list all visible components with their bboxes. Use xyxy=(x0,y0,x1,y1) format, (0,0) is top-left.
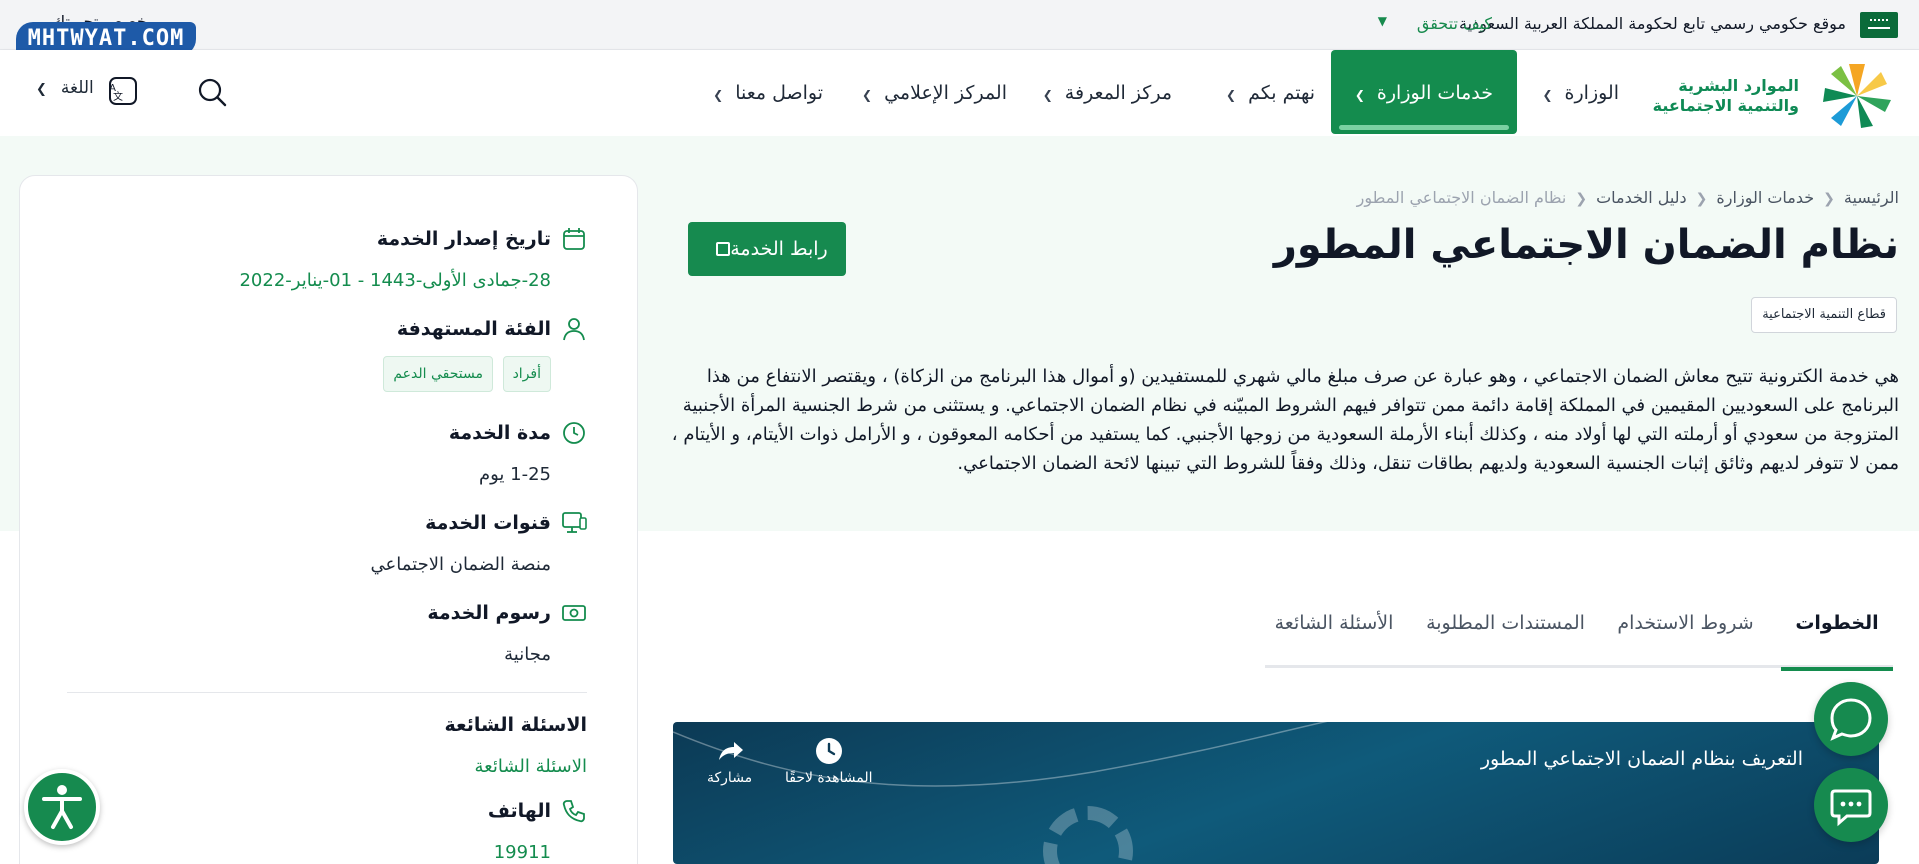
nav-item-contact-us[interactable]: تواصل معنا ❯ xyxy=(713,50,823,136)
main-navigation: الموارد البشرية والتنمية الاجتماعية الوز… xyxy=(0,50,1919,136)
ministry-logo[interactable]: الموارد البشرية والتنمية الاجتماعية xyxy=(1639,58,1899,132)
gov-top-bar: موقع حكومي رسمي تابع لحكومة المملكة العر… xyxy=(0,0,1919,50)
intro-video-player[interactable]: التعريف بنظام الضمان الاجتماعي المطور ال… xyxy=(673,722,1879,864)
tab-documents[interactable]: المستندات المطلوبة xyxy=(1418,612,1593,668)
phone-icon xyxy=(562,800,585,823)
clock-icon xyxy=(815,738,842,764)
service-link-button[interactable]: رابط الخدمة xyxy=(688,222,846,276)
faq-link[interactable]: الاسئلة الشائعة xyxy=(475,756,587,777)
chevron-down-icon: ❯ xyxy=(36,82,47,97)
faq-title: الاسئلة الشائعة xyxy=(444,714,588,736)
language-label: اللغة xyxy=(60,78,94,98)
nav-item-label: الوزارة xyxy=(1564,82,1619,104)
phone-value[interactable]: 19911 xyxy=(494,842,551,863)
chevron-down-icon: ❯ xyxy=(713,88,724,102)
service-channels-value: منصة الضمان الاجتماعي xyxy=(370,554,551,575)
chevron-down-icon[interactable]: ▼ xyxy=(1378,14,1387,28)
sector-tag: قطاع التنمية الاجتماعية xyxy=(1751,297,1897,333)
nav-item-label: مركز المعرفة xyxy=(1064,82,1172,104)
message-icon xyxy=(1830,789,1872,827)
share-button[interactable]: مشاركة xyxy=(707,736,752,786)
tab-terms[interactable]: شروط الاستخدام xyxy=(1608,612,1763,668)
official-site-text: موقع حكومي رسمي تابع لحكومة المملكة العر… xyxy=(1459,14,1846,33)
service-link-label: رابط الخدمة xyxy=(730,238,828,260)
chevron-left-icon: ❮ xyxy=(1823,191,1835,207)
chevron-down-icon: ❯ xyxy=(1042,88,1053,102)
nav-item-label: المركز الإعلامي xyxy=(884,82,1007,104)
nav-item-we-care[interactable]: نهتم بكم ❯ xyxy=(1226,50,1315,136)
service-fees-title: رسوم الخدمة xyxy=(427,602,551,624)
ministry-logo-mark-icon xyxy=(1823,64,1891,128)
clock-icon xyxy=(563,422,585,444)
chevron-down-icon: ❯ xyxy=(1354,88,1365,102)
monitor-icon xyxy=(562,512,587,533)
nav-item-media-center[interactable]: المركز الإعلامي ❯ xyxy=(862,50,1007,136)
release-date-title: تاريخ إصدار الخدمة xyxy=(376,228,551,250)
chat-button[interactable] xyxy=(1814,682,1888,756)
video-title: التعريف بنظام الضمان الاجتماعي المطور xyxy=(1480,748,1803,770)
nav-item-label: نهتم بكم xyxy=(1248,82,1315,104)
breadcrumb-home[interactable]: الرئيسية xyxy=(1844,188,1899,207)
logo-line-1: الموارد البشرية xyxy=(1678,76,1799,95)
nav-item-label: تواصل معنا xyxy=(735,82,823,104)
how-to-verify-link[interactable]: كيف تتحقق xyxy=(1417,14,1492,33)
accessibility-icon xyxy=(42,785,82,829)
tab-label: شروط الاستخدام xyxy=(1617,612,1754,634)
service-channels-title: قنوات الخدمة xyxy=(425,512,551,534)
user-icon xyxy=(563,318,585,341)
accessibility-button[interactable] xyxy=(24,769,100,845)
share-icon xyxy=(718,742,743,760)
translate-icon[interactable]: A 文 xyxy=(108,76,138,106)
phone-title: الهاتف xyxy=(487,800,551,822)
tab-label: الخطوات xyxy=(1795,612,1879,634)
service-duration-title: مدة الخدمة xyxy=(448,422,551,444)
page-title: نظام الضمان الاجتماعي المطور xyxy=(1273,222,1899,268)
saudi-flag-icon xyxy=(1860,12,1898,38)
service-fees-value: مجانية xyxy=(504,644,551,665)
breadcrumb-current: نظام الضمان الاجتماعي المطور xyxy=(1356,188,1567,207)
service-duration-value: 1-25 يوم xyxy=(478,464,551,485)
tab-label: الأسئلة الشائعة xyxy=(1274,612,1394,634)
tab-label: المستندات المطلوبة xyxy=(1426,612,1585,634)
service-description: هي خدمة الكترونية تتيح معاش الضمان الاجت… xyxy=(671,366,1899,474)
money-icon xyxy=(562,605,586,621)
card-divider xyxy=(67,692,587,693)
share-label: مشاركة xyxy=(707,770,753,786)
breadcrumb-ministry-services[interactable]: خدمات الوزارة xyxy=(1716,188,1814,207)
nav-item-ministry[interactable]: الوزارة ❯ xyxy=(1542,50,1619,136)
nav-item-label: خدمات الوزارة xyxy=(1376,82,1493,104)
target-audience-title: الفئة المستهدفة xyxy=(396,318,551,340)
logo-line-2: والتنمية الاجتماعية xyxy=(1652,96,1799,115)
breadcrumb: الرئيسية ❮ خدمات الوزارة ❮ دليل الخدمات ❮ نظام… xyxy=(1357,188,1899,207)
search-icon[interactable] xyxy=(196,76,228,108)
watch-later-label: المشاهدة لاحقًا xyxy=(785,770,873,786)
tab-faq[interactable]: الأسئلة الشائعة xyxy=(1265,612,1403,668)
tab-steps[interactable]: الخطوات xyxy=(1781,612,1893,671)
watch-later-button[interactable]: المشاهدة لاحقًا xyxy=(785,736,873,786)
chevron-left-icon: ❮ xyxy=(1695,191,1708,207)
chevron-down-icon: ❯ xyxy=(862,88,873,102)
feedback-button[interactable] xyxy=(1814,768,1888,842)
external-link-icon xyxy=(716,242,731,256)
nav-item-knowledge-center[interactable]: مركز المعرفة ❯ xyxy=(1043,50,1172,136)
language-selector[interactable]: اللغة ❯ xyxy=(36,78,94,98)
chat-bubble-icon xyxy=(1830,698,1872,741)
chevron-left-icon: ❮ xyxy=(1575,191,1588,207)
nav-item-ministry-services[interactable]: خدمات الوزارة ❯ xyxy=(1330,50,1517,134)
audience-chip-individuals: أفراد xyxy=(502,356,551,392)
chevron-down-icon: ❯ xyxy=(1542,88,1553,102)
svg-text:文: 文 xyxy=(113,90,123,103)
service-tabs: الخطوات شروط الاستخدام المستندات المطلوب… xyxy=(1265,612,1893,671)
service-details-card: تاريخ إصدار الخدمة 28-جمادى الأولى-1443 … xyxy=(19,175,638,864)
audience-chip-support-eligible: مستحقي الدعم xyxy=(383,356,493,392)
calendar-icon xyxy=(563,228,585,250)
chevron-down-icon: ❯ xyxy=(1226,88,1237,102)
release-date-value: 28-جمادى الأولى-1443 - 01-يناير-2022 xyxy=(239,270,551,291)
breadcrumb-services-guide[interactable]: دليل الخدمات xyxy=(1596,188,1687,207)
